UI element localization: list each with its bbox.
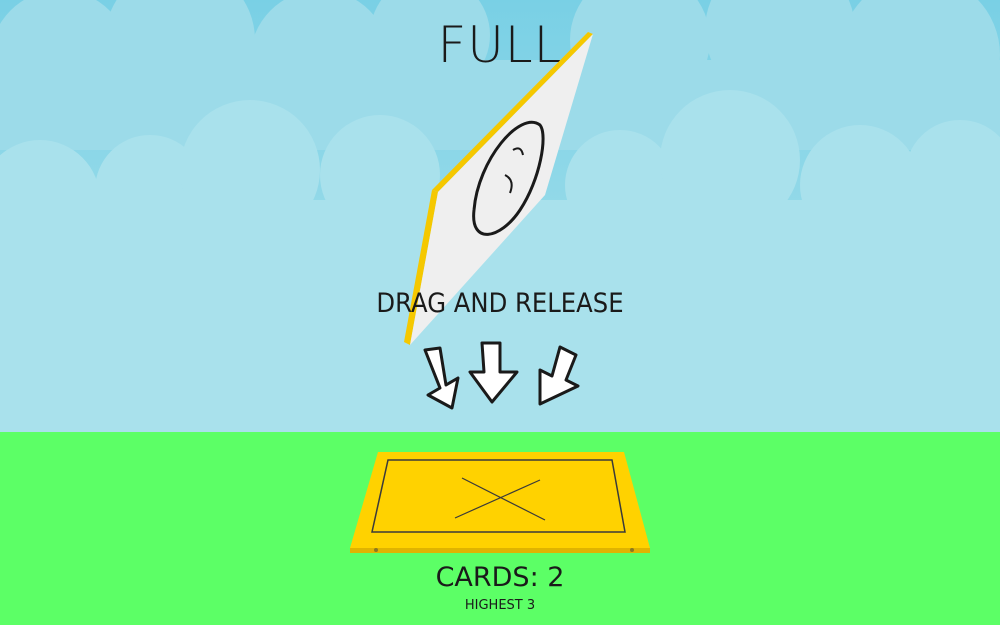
game-scene[interactable]: FULL DRAG AND RELEASE CARDS: 2 HIGHEST 3 <box>0 0 1000 625</box>
highest-score: HIGHEST 3 <box>464 598 536 613</box>
instruction-text: DRAG AND RELEASE <box>376 288 624 319</box>
arrow-down-icon <box>468 341 519 404</box>
arrow-down-left-icon <box>423 346 460 410</box>
drop-target[interactable] <box>350 452 650 553</box>
cards-counter: CARDS: 2 <box>435 562 565 593</box>
target-pad-edge <box>350 548 650 553</box>
arrow-down-right-icon <box>538 345 580 406</box>
target-pad <box>350 452 650 548</box>
